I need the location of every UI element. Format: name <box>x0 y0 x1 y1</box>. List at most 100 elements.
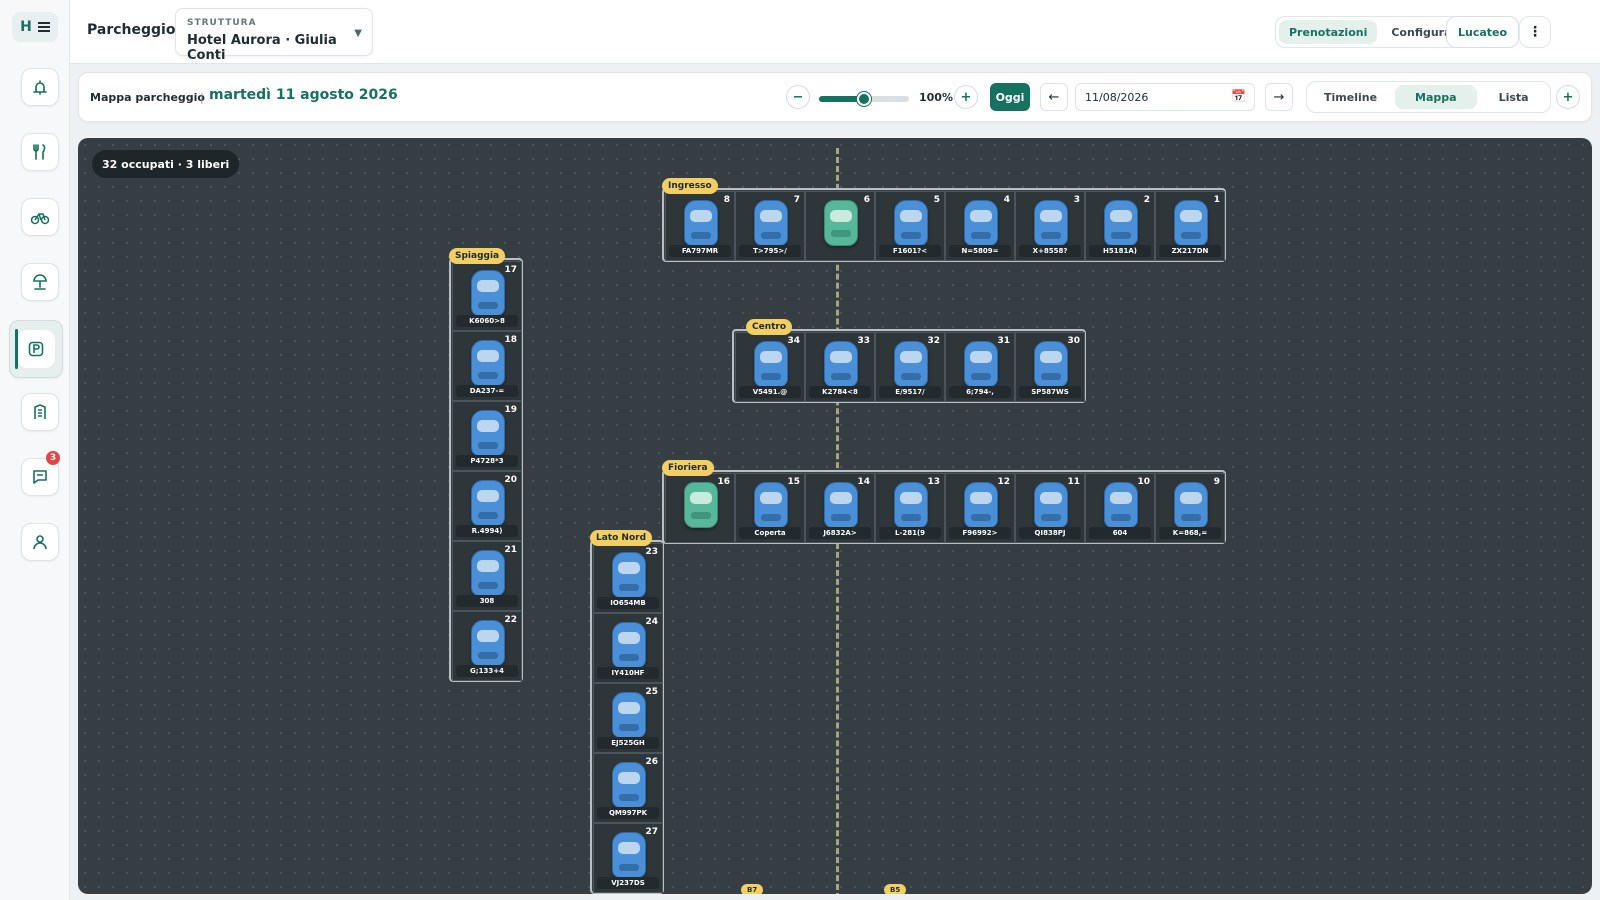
zoom-slider-handle[interactable] <box>857 92 871 106</box>
parking-spot[interactable]: 22 G;133+4 <box>452 611 522 681</box>
spot-number: 24 <box>645 617 658 627</box>
spot-number: 16 <box>717 477 730 487</box>
parking-spot[interactable]: 19 P4728*3 <box>452 401 522 471</box>
view-lista[interactable]: Lista <box>1481 85 1547 109</box>
parking-spot[interactable]: 2 H5181A) <box>1085 191 1155 261</box>
zoom-in-button[interactable]: + <box>954 85 978 109</box>
spot-number: 15 <box>787 477 800 487</box>
nav-restaurant-button[interactable] <box>21 133 59 171</box>
section-fioriera: 16 15 Coperta 14 J6832A> 13 L-281(9 12 F96992> 11… <box>662 470 1226 544</box>
spot-number: 25 <box>645 687 658 697</box>
parking-map[interactable]: 32 occupati · 3 liberi B7 B5 8 FA797MR 7 T>… <box>78 138 1592 894</box>
car-icon <box>754 482 788 528</box>
parking-spot[interactable]: 30 SP587WS <box>1015 332 1085 402</box>
car-icon <box>612 692 646 738</box>
nav-bikes-button[interactable] <box>21 198 59 236</box>
parking-spot[interactable]: 13 L-281(9 <box>875 473 945 543</box>
parking-spot[interactable]: 17 K6060>8 <box>452 261 522 331</box>
car-icon <box>824 341 858 387</box>
parking-spot[interactable]: 11 QI838PJ <box>1015 473 1085 543</box>
calendar-icon[interactable]: 📅 <box>1231 89 1246 103</box>
zoom-out-button[interactable]: − <box>786 85 810 109</box>
user-button[interactable]: Lucateo <box>1446 16 1520 48</box>
nav-beach-button[interactable] <box>21 263 59 301</box>
structure-select[interactable]: STRUTTURA Hotel Aurora · Giulia Conti ▼ <box>175 8 373 63</box>
license-plate: K6060>8 <box>456 315 518 327</box>
parking-spot[interactable]: 27 VJ237DS <box>593 823 663 893</box>
parking-spot[interactable]: 6 <box>805 191 875 261</box>
nav-parking-tile <box>17 330 55 368</box>
car-icon <box>471 340 505 386</box>
license-plate: FA797MR <box>669 245 731 257</box>
parking-spot[interactable]: 31 6;794-, <box>945 332 1015 402</box>
parking-spot[interactable]: 9 K=868,= <box>1155 473 1225 543</box>
license-plate: 6;794-, <box>949 386 1011 398</box>
license-plate: EJ525GH <box>597 737 659 749</box>
more-options-button[interactable]: ⋮ <box>1519 16 1551 48</box>
parking-spot[interactable]: 25 EJ525GH <box>593 683 663 753</box>
menu-toggle-button[interactable]: H <box>12 12 58 42</box>
spot-number: 26 <box>645 757 658 767</box>
zoom-level: 100% <box>919 91 953 104</box>
car-icon <box>1174 482 1208 528</box>
section-ingresso: 8 FA797MR 7 T>795>/ 6 5 F1601?< 4 N=5809= 3 X+8558… <box>662 188 1226 262</box>
parking-spot[interactable]: 21 308 <box>452 541 522 611</box>
tab-prenotazioni[interactable]: Prenotazioni <box>1279 20 1378 44</box>
umbrella-icon <box>33 274 47 290</box>
car-icon <box>612 762 646 808</box>
parking-spot[interactable]: 14 J6832A> <box>805 473 875 543</box>
view-timeline[interactable]: Timeline <box>1310 85 1391 109</box>
car-icon <box>894 200 928 246</box>
today-button[interactable]: Oggi <box>990 83 1030 111</box>
license-plate: R.4994) <box>456 525 518 537</box>
nav-messages-button[interactable]: 3 <box>21 451 60 496</box>
zoom-slider[interactable] <box>819 92 909 106</box>
parking-spot[interactable]: 34 V5491.@ <box>735 332 805 402</box>
parking-spot[interactable]: 12 F96992> <box>945 473 1015 543</box>
car-icon <box>894 341 928 387</box>
messages-badge: 3 <box>46 451 60 465</box>
parking-spot[interactable]: 15 Coperta <box>735 473 805 543</box>
car-icon <box>1104 200 1138 246</box>
add-booking-button[interactable]: + <box>1556 85 1580 109</box>
section-tag: Centro <box>746 319 793 335</box>
parking-spot[interactable]: 18 DA237-= <box>452 331 522 401</box>
spot-number: 6 <box>863 195 870 205</box>
parking-spot[interactable]: 10 604 <box>1085 473 1155 543</box>
prev-day-button[interactable]: ← <box>1040 83 1068 111</box>
section-spiaggia: 17 K6060>8 18 DA237-= 19 P4728*3 20 R.4994) 21 30… <box>449 258 523 682</box>
next-day-button[interactable]: → <box>1265 83 1293 111</box>
spot-number: 23 <box>645 547 658 557</box>
parking-spot[interactable]: 1 ZX217DN <box>1155 191 1225 261</box>
spot-number: 12 <box>997 477 1010 487</box>
car-icon <box>824 482 858 528</box>
section-centro: 34 V5491.@ 33 K2784<8 32 E/9517/31 6;794-, 30 SP… <box>732 329 1086 403</box>
nav-reception-button[interactable] <box>21 68 59 106</box>
parking-spot[interactable]: 26 QM997PK <box>593 753 663 823</box>
minus-icon: − <box>792 89 804 105</box>
parking-spot[interactable]: 5 F1601?< <box>875 191 945 261</box>
nav-rooms-button[interactable] <box>21 393 59 431</box>
spot-number: 13 <box>927 477 940 487</box>
parking-spot[interactable]: 3 X+8558? <box>1015 191 1085 261</box>
parking-spot[interactable]: 20 R.4994) <box>452 471 522 541</box>
view-mappa[interactable]: Mappa <box>1395 85 1477 109</box>
car-icon <box>471 550 505 596</box>
parking-spot[interactable]: 32 E/9517/ <box>875 332 945 402</box>
car-icon <box>1034 482 1068 528</box>
nav-parking-button[interactable] <box>9 320 63 378</box>
parking-spot[interactable]: 24 IY410HF <box>593 613 663 683</box>
parking-spot[interactable]: 33 K2784<8 <box>805 332 875 402</box>
car-icon <box>612 832 646 878</box>
spot-number: 3 <box>1073 195 1080 205</box>
date-input-value: 11/08/2026 <box>1085 90 1149 104</box>
date-input[interactable]: 11/08/2026 📅 <box>1075 83 1255 111</box>
parking-spot[interactable]: 16 <box>665 473 735 543</box>
nav-account-button[interactable] <box>21 523 59 561</box>
parking-spot[interactable]: 7 T>795>/ <box>735 191 805 261</box>
bike-icon <box>30 213 50 225</box>
parking-spot[interactable]: 8 FA797MR <box>665 191 735 261</box>
parking-spot[interactable]: 4 N=5809= <box>945 191 1015 261</box>
parking-spot[interactable]: 23 IO654MB <box>593 543 663 613</box>
spot-number: 21 <box>504 545 517 555</box>
